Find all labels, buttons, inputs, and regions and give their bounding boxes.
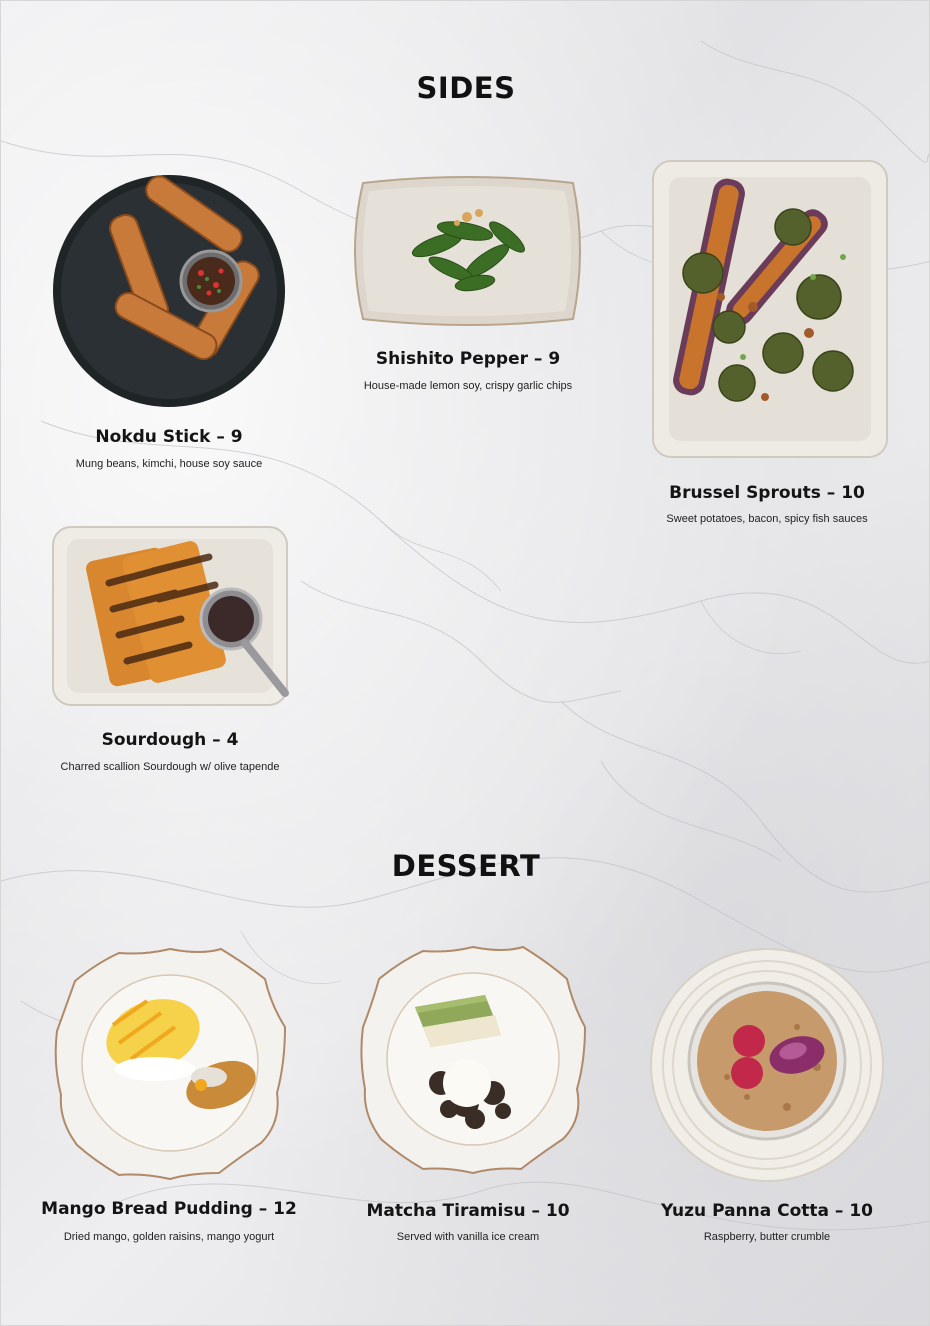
matcha-tiramisu-name: Matcha Tiramisu – 10 xyxy=(366,1201,570,1221)
menu-page: SIDES Nokdu Stick – 9 Mung beans, kimchi… xyxy=(0,0,930,1326)
sourdough-image xyxy=(52,526,289,706)
brussel-sprouts-image xyxy=(652,160,888,458)
yuzu-panna-cotta-image xyxy=(650,948,884,1182)
nokdu-stick-image xyxy=(53,175,285,407)
matcha-tiramisu-image xyxy=(360,945,587,1175)
shishito-pepper-image xyxy=(354,176,581,326)
mango-bread-pudding-desc: Dried mango, golden raisins, mango yogur… xyxy=(63,1231,275,1243)
dessert-title: DESSERT xyxy=(391,849,541,883)
nokdu-stick-name: Nokdu Stick – 9 xyxy=(95,427,243,447)
nokdu-stick-desc: Mung beans, kimchi, house soy sauce xyxy=(75,458,263,470)
sides-title: SIDES xyxy=(416,71,516,105)
mango-bread-pudding-name: Mango Bread Pudding – 12 xyxy=(41,1199,297,1219)
sourdough-desc: Charred scallion Sourdough w/ olive tape… xyxy=(60,761,280,773)
brussel-sprouts-desc: Sweet potatoes, bacon, spicy fish sauces xyxy=(666,513,868,525)
yuzu-panna-cotta-desc: Raspberry, butter crumble xyxy=(703,1231,831,1243)
sourdough-name: Sourdough – 4 xyxy=(101,730,239,750)
matcha-tiramisu-desc: Served with vanilla ice cream xyxy=(396,1231,540,1243)
shishito-pepper-desc: House-made lemon soy, crispy garlic chip… xyxy=(363,380,573,392)
yuzu-panna-cotta-name: Yuzu Panna Cotta – 10 xyxy=(660,1201,874,1221)
brussel-sprouts-name: Brussel Sprouts – 10 xyxy=(669,483,865,503)
shishito-pepper-name: Shishito Pepper – 9 xyxy=(375,349,561,369)
mango-bread-pudding-image xyxy=(54,947,287,1181)
